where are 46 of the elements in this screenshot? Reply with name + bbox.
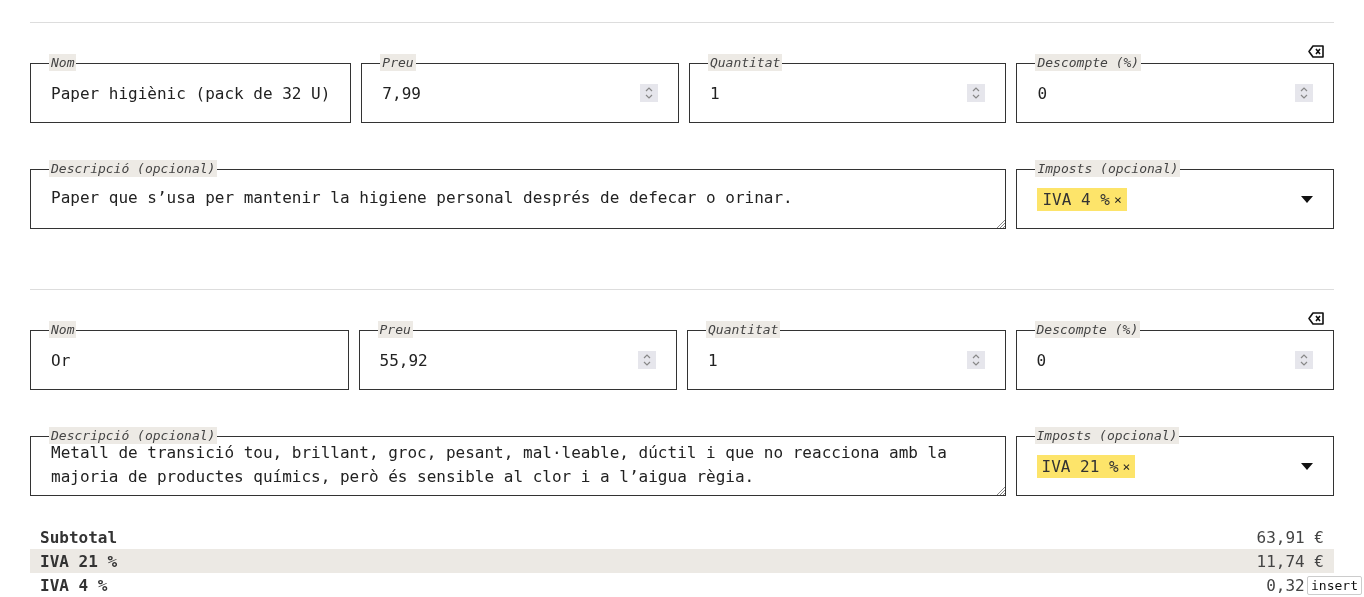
total-value: 63,91 € xyxy=(1256,527,1324,547)
field-label: Descripció (opcional) xyxy=(49,427,218,444)
dropdown-caret-icon[interactable] xyxy=(1301,195,1313,203)
spinner-icon[interactable] xyxy=(638,351,656,369)
number-field[interactable]: Preu 55,92 xyxy=(358,321,677,390)
field-label: Imposts (opcional) xyxy=(1034,427,1180,444)
field-label: Imposts (opcional) xyxy=(1035,160,1181,177)
field-label: Preu xyxy=(377,321,413,338)
field-label: Quantitat xyxy=(706,321,781,338)
tag-label: IVA 4 % xyxy=(1042,188,1110,211)
tag-label: IVA 21 % xyxy=(1041,455,1119,478)
total-label: IVA 4 % xyxy=(40,575,108,595)
number-field[interactable]: Descompte (%) 0 xyxy=(1016,54,1334,123)
number-field[interactable]: Quantitat 1 xyxy=(687,321,1006,390)
total-label: IVA 21 % xyxy=(40,551,118,571)
resize-handle-icon[interactable] xyxy=(996,219,1006,228)
number-field[interactable]: Preu 7,99 xyxy=(361,54,679,123)
resize-handle-icon[interactable] xyxy=(995,486,1005,495)
remove-tag-button[interactable]: × xyxy=(1113,191,1122,207)
field-label: Descompte (%) xyxy=(1034,321,1141,338)
remove-tag-button[interactable]: × xyxy=(1122,458,1131,474)
spinner-icon[interactable] xyxy=(967,84,986,102)
description-field[interactable]: Descripció (opcional) Metall de transició tou, brillant, groc, pesant, mal·leable, dúctil i que no reacciona amb la majoria de productes químics, però és sensible al clor i a l’aigua règia. xyxy=(30,427,1006,496)
field-label: Nom xyxy=(49,54,77,71)
delete-icon[interactable] xyxy=(1308,312,1324,325)
taxes-select[interactable]: Imposts (opcional) IVA 4 % × xyxy=(1016,160,1334,229)
text-field[interactable]: Nom Paper higiènic (pack de 32 U) xyxy=(30,54,352,123)
delete-icon[interactable] xyxy=(1308,45,1324,58)
number-field[interactable]: Descompte (%) 0 xyxy=(1015,321,1334,390)
total-label: Subtotal xyxy=(40,527,118,547)
spinner-icon[interactable] xyxy=(1295,84,1313,102)
number-field[interactable]: Quantitat 1 xyxy=(688,54,1007,123)
field-label: Quantitat xyxy=(707,54,783,71)
text-field[interactable]: Nom Or xyxy=(30,321,349,390)
field-label: Descripció (opcional) xyxy=(49,160,218,177)
insert-mode-badge: insert xyxy=(1307,576,1362,595)
spinner-icon[interactable] xyxy=(966,351,985,369)
description-field[interactable]: Descripció (opcional) Paper que s’usa per mantenir la higiene personal després de defecar o orinar. xyxy=(30,160,1007,229)
spinner-icon[interactable] xyxy=(639,84,658,102)
dropdown-caret-icon[interactable] xyxy=(1301,462,1313,470)
spinner-icon[interactable] xyxy=(1295,351,1313,369)
field-label: Nom xyxy=(49,321,77,338)
total-value: 11,74 € xyxy=(1256,551,1324,571)
field-label: Preu xyxy=(380,54,416,71)
taxes-select[interactable]: Imposts (opcional) IVA 21 % × xyxy=(1015,427,1334,496)
field-label: Descompte (%) xyxy=(1035,54,1142,71)
